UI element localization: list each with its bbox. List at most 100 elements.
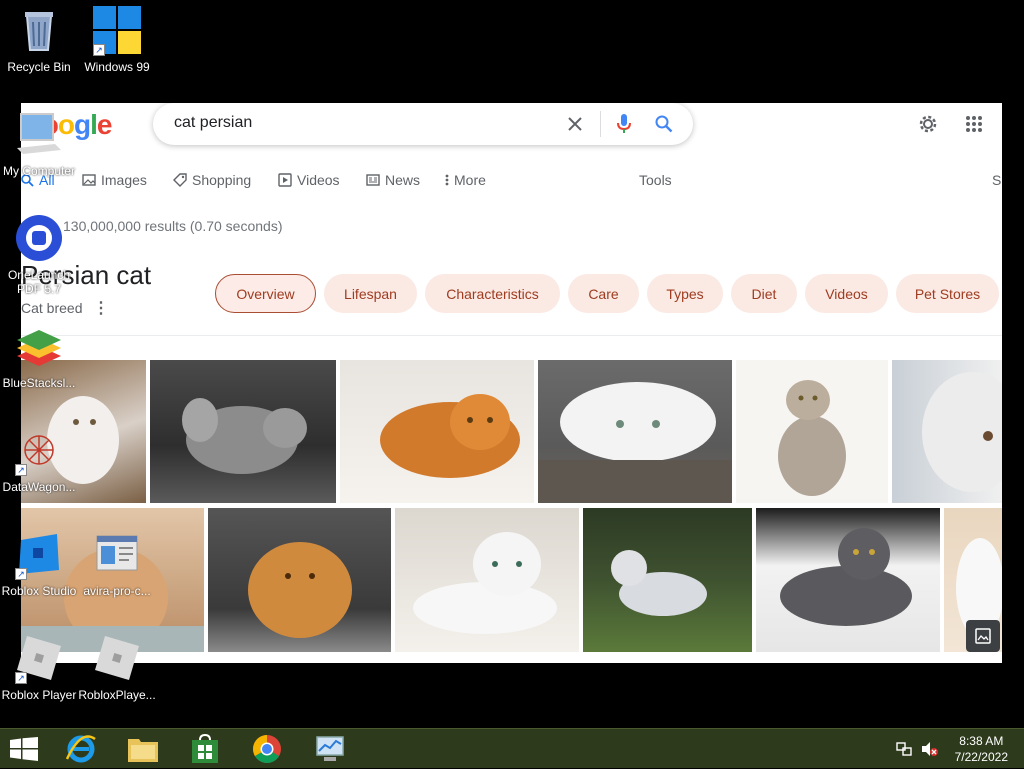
taskbar-file-explorer[interactable] (117, 729, 169, 769)
taskbar-internet-explorer[interactable] (56, 729, 106, 769)
chrome-icon (253, 735, 281, 763)
windows-logo-icon: ↗ (93, 6, 141, 56)
installer-icon (93, 530, 141, 578)
search-icon[interactable] (651, 111, 677, 137)
desktop-icon-label: avira-pro-c... (83, 584, 151, 598)
image-result[interactable] (756, 508, 940, 652)
tab-videos[interactable]: Videos (278, 172, 340, 188)
desktop-icon-recycle-bin[interactable]: Recycle Bin (0, 6, 78, 74)
desktop-icon-robloxplayer-installer[interactable]: RobloxPlaye... (78, 634, 156, 702)
knowledge-panel-divider (21, 335, 1002, 336)
tab-news[interactable]: News (366, 172, 420, 188)
chip-care[interactable]: Care (568, 274, 639, 313)
tab-more[interactable]: More (445, 172, 486, 188)
image-result[interactable] (538, 360, 732, 503)
datawagon-icon: ↗ (15, 426, 63, 476)
more-vertical-icon (445, 174, 449, 186)
search-tabs: All Images Shopping Videos News More Too… (21, 172, 1002, 194)
tab-label: Shopping (192, 172, 252, 188)
tab-shopping[interactable]: Shopping (173, 172, 251, 188)
chip-overview[interactable]: Overview (215, 274, 316, 313)
search-box[interactable]: cat persian (153, 103, 693, 145)
roblox-studio-icon: ↗ (15, 530, 63, 580)
tools-label: Tools (639, 172, 672, 188)
start-button[interactable] (0, 729, 48, 769)
chip-videos[interactable]: Videos (805, 274, 888, 313)
safesearch-button[interactable]: S (992, 172, 1001, 188)
desktop-icon-label: Windows 99 (84, 60, 150, 74)
tab-images[interactable]: Images (82, 172, 147, 188)
safesearch-label: S (992, 172, 1002, 188)
settings-gear-icon[interactable] (915, 111, 941, 137)
news-icon (366, 174, 380, 186)
store-icon (192, 734, 218, 763)
system-clock[interactable]: 8:38 AM 7/22/2022 (955, 733, 1008, 765)
taskbar-chrome[interactable] (242, 729, 292, 769)
desktop-icon-label: Roblox Player (1, 688, 77, 702)
bluestacks-icon (15, 322, 63, 370)
network-icon[interactable] (893, 729, 915, 769)
shortcut-arrow-icon: ↗ (15, 568, 27, 580)
desktop-icon-label: RobloxPlaye... (78, 688, 156, 702)
clock-date: 7/22/2022 (954, 750, 1008, 764)
image-result[interactable] (150, 360, 336, 503)
chip-lifespan[interactable]: Lifespan (324, 274, 417, 313)
shortcut-arrow-icon: ↗ (93, 44, 105, 56)
desktop-icon-datawagon[interactable]: ↗ DataWagon... (0, 426, 78, 494)
more-images-icon[interactable] (966, 620, 1000, 652)
desktop-icon-windows-99[interactable]: ↗ Windows 99 (78, 6, 156, 74)
desktop-icon-onelaunch[interactable]: OneLaunch PDF 5.7 (0, 214, 78, 296)
knowledge-panel-subtitle: Cat breed (21, 300, 83, 316)
onelaunch-icon (15, 214, 63, 262)
taskbar-store[interactable] (180, 729, 230, 769)
roblox-player-icon: ↗ (15, 634, 63, 684)
tab-label: Images (101, 172, 147, 188)
browser-window: Google cat persian (21, 103, 1002, 663)
chip-pet-stores[interactable]: Pet Stores (896, 274, 999, 313)
clock-time: 8:38 AM (959, 734, 1004, 748)
tag-icon (173, 173, 187, 187)
image-result[interactable] (208, 508, 391, 652)
more-options-icon[interactable]: ⋮ (93, 298, 109, 318)
computer-icon (15, 110, 63, 158)
desktop-icon-roblox-player[interactable]: ↗ Roblox Player (0, 634, 78, 702)
taskbar: 8:38 AM 7/22/2022 (0, 728, 1024, 768)
taskbar-task-manager[interactable] (305, 729, 355, 769)
search-divider (600, 111, 601, 137)
desktop-icon-label: DataWagon... (2, 480, 76, 494)
apps-grid-icon[interactable] (961, 111, 987, 137)
shortcut-arrow-icon: ↗ (15, 464, 27, 476)
desktop-icon-avira[interactable]: avira-pro-c... (78, 530, 156, 598)
roblox-player-icon (93, 634, 141, 682)
shortcut-arrow-icon: ↗ (15, 672, 27, 684)
image-icon (82, 174, 96, 186)
clear-icon[interactable] (562, 111, 588, 137)
chip-characteristics[interactable]: Characteristics (425, 274, 560, 313)
image-result[interactable] (340, 360, 534, 503)
tools-button[interactable]: Tools (639, 172, 672, 188)
desktop-icon-label: OneLaunch PDF 5.7 (7, 268, 71, 296)
image-result[interactable] (892, 360, 1002, 503)
recycle-bin-icon (15, 6, 63, 54)
microphone-icon[interactable] (611, 111, 637, 137)
result-stats: 130,000,000 results (0.70 seconds) (63, 218, 283, 234)
desktop-icon-bluestacks[interactable]: BlueStacksl... (0, 322, 78, 390)
chip-diet[interactable]: Diet (731, 274, 797, 313)
monitor-chart-icon (316, 736, 344, 761)
image-result[interactable] (583, 508, 752, 652)
image-result[interactable] (395, 508, 579, 652)
folder-icon (128, 739, 158, 762)
search-input[interactable]: cat persian (174, 114, 252, 132)
tab-label: Videos (297, 172, 340, 188)
desktop-icon-roblox-studio[interactable]: ↗ Roblox Studio (0, 530, 78, 598)
play-icon (278, 173, 292, 187)
desktop-icon-label: My Computer (2, 164, 76, 178)
chip-types[interactable]: Types (647, 274, 723, 313)
volume-muted-icon[interactable] (919, 729, 941, 769)
internet-explorer-icon (65, 735, 96, 763)
image-result[interactable] (736, 360, 888, 503)
desktop-icon-my-computer[interactable]: My Computer (0, 110, 78, 178)
windows-start-icon (10, 737, 38, 761)
tab-label: News (385, 172, 421, 188)
desktop-icon-label: BlueStacksl... (2, 376, 76, 390)
